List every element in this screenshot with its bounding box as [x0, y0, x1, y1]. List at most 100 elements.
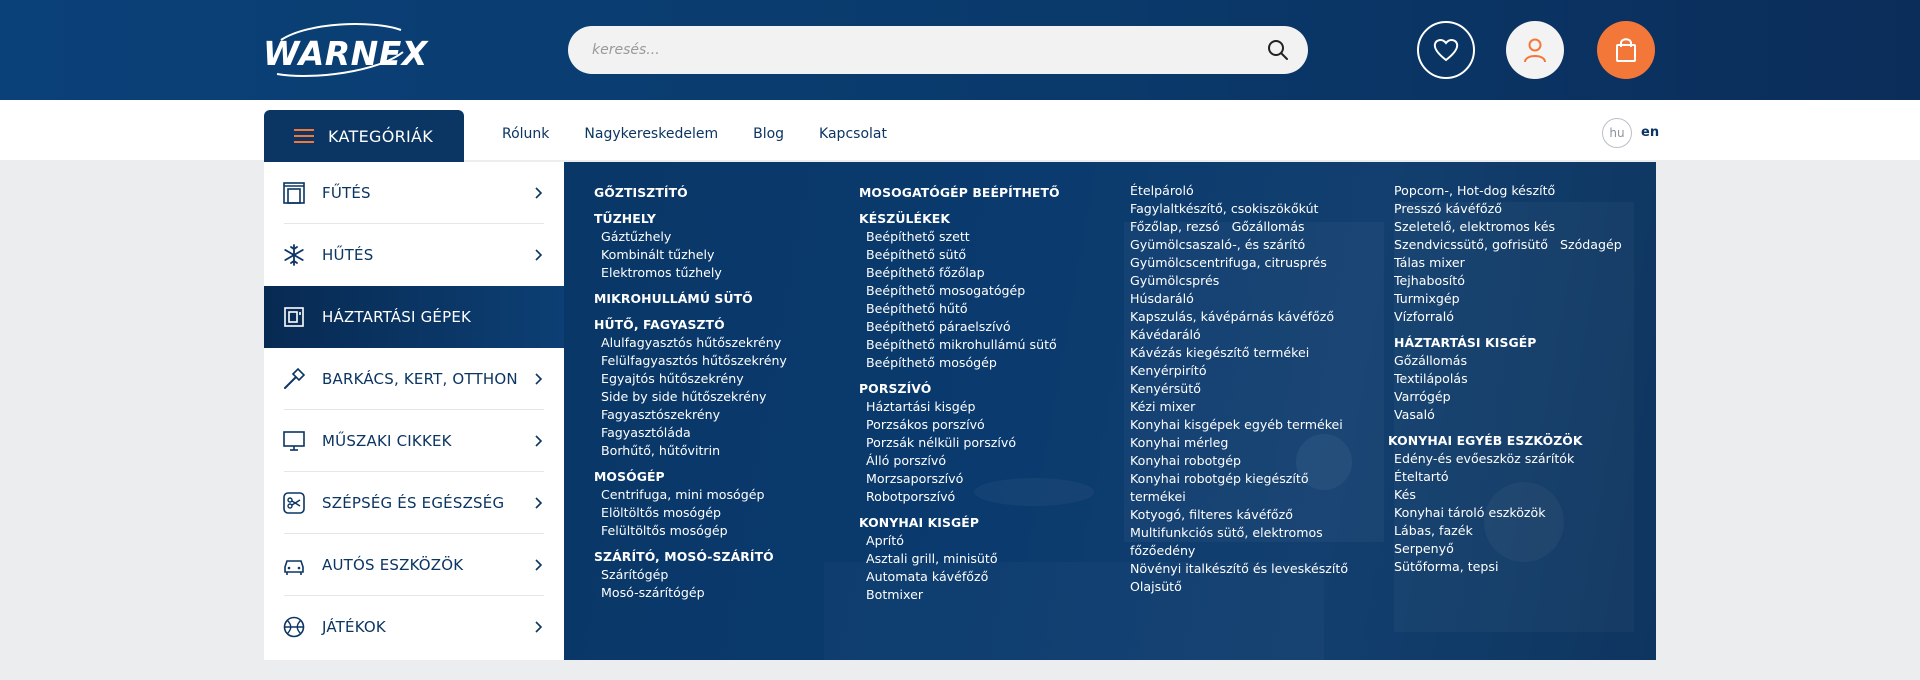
- menu-item[interactable]: Főzőlap, rezsó Gőzállomás: [1130, 218, 1348, 236]
- categories-button[interactable]: KATEGÓRIÁK: [264, 110, 464, 162]
- menu-item[interactable]: Szendvicssütő, gofrisütő Szódagép: [1394, 236, 1622, 254]
- menu-item[interactable]: Botmixer: [859, 586, 1060, 604]
- menu-item[interactable]: Háztartási kisgép: [859, 398, 1060, 416]
- menu-item[interactable]: Aprító: [859, 532, 1060, 550]
- menu-heading[interactable]: MIKROHULLÁMÚ SÜTŐ: [594, 290, 787, 308]
- menu-item[interactable]: Ételpároló: [1130, 182, 1348, 200]
- menu-item[interactable]: Beépíthető mosogatógép: [859, 282, 1060, 300]
- menu-item[interactable]: Morzsaporszívó: [859, 470, 1060, 488]
- nav-link-rolunk[interactable]: Rólunk: [502, 126, 549, 142]
- menu-item[interactable]: Elöltöltős mosógép: [594, 504, 787, 522]
- menu-item[interactable]: Tejhabosító: [1394, 272, 1622, 290]
- menu-item[interactable]: Gyümölcsaszaló-, és szárító: [1130, 236, 1348, 254]
- menu-item[interactable]: Mosó-szárítógép: [594, 584, 787, 602]
- menu-item[interactable]: Kézi mixer: [1130, 398, 1348, 416]
- menu-item[interactable]: Kenyérpirító: [1130, 362, 1348, 380]
- sidebar-item-haztartasi-gepek[interactable]: HÁZTARTÁSI GÉPEK: [264, 286, 564, 348]
- menu-item[interactable]: Fagyasztószekrény: [594, 406, 787, 424]
- menu-item[interactable]: Automata kávéfőző: [859, 568, 1060, 586]
- menu-heading[interactable]: GŐZTISZTÍTÓ: [594, 184, 787, 202]
- sidebar-item-futes[interactable]: FŰTÉS: [264, 162, 564, 224]
- menu-item[interactable]: Sütőforma, tepsi: [1394, 558, 1622, 576]
- menu-item[interactable]: Elektromos tűzhely: [594, 264, 787, 282]
- menu-item[interactable]: Multifunkciós sütő, elektromos: [1130, 524, 1348, 542]
- menu-item[interactable]: Vasaló: [1394, 406, 1622, 424]
- menu-item[interactable]: Álló porszívó: [859, 452, 1060, 470]
- menu-item[interactable]: Popcorn-, Hot-dog készítő: [1394, 182, 1622, 200]
- menu-item[interactable]: Fagylaltkészítő, csokiszökőkút: [1130, 200, 1348, 218]
- menu-item[interactable]: Kés: [1394, 486, 1622, 504]
- menu-item[interactable]: Turmixgép: [1394, 290, 1622, 308]
- menu-item[interactable]: Robotporszívó: [859, 488, 1060, 506]
- menu-item[interactable]: Kapszulás, kávépárnás kávéfőző: [1130, 308, 1348, 326]
- menu-heading[interactable]: HŰTŐ, FAGYASZTÓ: [594, 316, 787, 334]
- menu-item[interactable]: Kávézás kiegészítő termékei: [1130, 344, 1348, 362]
- sidebar-item-szepseg[interactable]: SZÉPSÉG ÉS EGÉSZSÉG: [264, 472, 564, 534]
- menu-item[interactable]: Konyhai mérleg: [1130, 434, 1348, 452]
- menu-item[interactable]: Lábas, fazék: [1394, 522, 1622, 540]
- menu-item[interactable]: Asztali grill, minisütő: [859, 550, 1060, 568]
- menu-item[interactable]: Kotyogó, filteres kávéfőző: [1130, 506, 1348, 524]
- menu-item[interactable]: Kenyérsütő: [1130, 380, 1348, 398]
- menu-item[interactable]: Beépíthető mosógép: [859, 354, 1060, 372]
- language-hu[interactable]: hu: [1602, 118, 1632, 148]
- menu-item[interactable]: Fagyasztóláda: [594, 424, 787, 442]
- menu-item[interactable]: Gőzállomás: [1394, 352, 1622, 370]
- menu-item[interactable]: Serpenyő: [1394, 540, 1622, 558]
- menu-item[interactable]: Side by side hűtőszekrény: [594, 388, 787, 406]
- menu-item[interactable]: Tálas mixer: [1394, 254, 1622, 272]
- menu-item[interactable]: Presszó kávéfőző: [1394, 200, 1622, 218]
- menu-heading[interactable]: KONYHAI KISGÉP: [859, 514, 1060, 532]
- menu-item[interactable]: Húsdaráló: [1130, 290, 1348, 308]
- warnex-logo[interactable]: WARNEX: [263, 22, 427, 78]
- search-icon[interactable]: [1266, 38, 1290, 62]
- menu-item[interactable]: Beépíthető főzőlap: [859, 264, 1060, 282]
- sidebar-item-autos-eszkozok[interactable]: AUTÓS ESZKÖZÖK: [264, 534, 564, 596]
- menu-heading[interactable]: SZÁRÍTÓ, MOSÓ-SZÁRÍTÓ: [594, 548, 787, 566]
- menu-heading[interactable]: TŰZHELY: [594, 210, 787, 228]
- menu-heading[interactable]: MOSÓGÉP: [594, 468, 787, 486]
- menu-item[interactable]: Alulfagyasztós hűtőszekrény: [594, 334, 787, 352]
- menu-item[interactable]: Felülfagyasztós hűtőszekrény: [594, 352, 787, 370]
- menu-heading[interactable]: KÉSZÜLÉKEK: [859, 210, 1060, 228]
- menu-item[interactable]: Szeletelő, elektromos kés: [1394, 218, 1622, 236]
- menu-item[interactable]: Felültöltős mosógép: [594, 522, 787, 540]
- menu-item[interactable]: Edény-és evőeszköz szárítók: [1394, 450, 1622, 468]
- menu-item[interactable]: Ételtartó: [1394, 468, 1622, 486]
- menu-item[interactable]: Porzsák nélküli porszívó: [859, 434, 1060, 452]
- menu-item[interactable]: Konyhai robotgép: [1130, 452, 1348, 470]
- nav-link-kapcsolat[interactable]: Kapcsolat: [819, 126, 887, 142]
- menu-item[interactable]: Beépíthető sütő: [859, 246, 1060, 264]
- menu-item[interactable]: Vízforraló: [1394, 308, 1622, 326]
- menu-item[interactable]: Beépíthető páraelszívó: [859, 318, 1060, 336]
- menu-item[interactable]: Egyajtós hűtőszekrény: [594, 370, 787, 388]
- menu-item[interactable]: Kávédaráló: [1130, 326, 1348, 344]
- menu-heading[interactable]: MOSOGATÓGÉP BEÉPÍTHETŐ: [859, 184, 1060, 202]
- menu-item[interactable]: Növényi italkészítő és leveskészítő: [1130, 560, 1348, 578]
- menu-item[interactable]: Gyümölcscentrifuga, citrusprés: [1130, 254, 1348, 272]
- menu-item[interactable]: Beépíthető mikrohullámú sütő: [859, 336, 1060, 354]
- menu-item[interactable]: Borhűtő, hűtővitrin: [594, 442, 787, 460]
- nav-link-nagykereskedelem[interactable]: Nagykereskedelem: [584, 126, 718, 142]
- menu-item[interactable]: Textilápolás: [1394, 370, 1622, 388]
- menu-item[interactable]: Konyhai tároló eszközök: [1394, 504, 1622, 522]
- language-en[interactable]: en: [1641, 125, 1659, 140]
- menu-heading[interactable]: HÁZTARTÁSI KISGÉP: [1394, 334, 1622, 352]
- menu-item[interactable]: Gáztűzhely: [594, 228, 787, 246]
- sidebar-item-hutes[interactable]: HŰTÉS: [264, 224, 564, 286]
- menu-item[interactable]: Konyhai kisgépek egyéb termékei: [1130, 416, 1348, 434]
- menu-heading[interactable]: KONYHAI EGYÉB ESZKÖZÖK: [1388, 432, 1622, 450]
- menu-item[interactable]: Beépíthető szett: [859, 228, 1060, 246]
- menu-item[interactable]: Konyhai robotgép kiegészítő: [1130, 470, 1348, 488]
- wishlist-button[interactable]: [1417, 21, 1475, 79]
- menu-item[interactable]: Olajsütő: [1130, 578, 1348, 596]
- nav-link-blog[interactable]: Blog: [753, 126, 784, 142]
- sidebar-item-jatekok[interactable]: JÁTÉKOK: [264, 596, 564, 658]
- menu-item[interactable]: termékei: [1130, 488, 1348, 506]
- menu-item[interactable]: Beépíthető hűtő: [859, 300, 1060, 318]
- cart-button[interactable]: [1597, 21, 1655, 79]
- menu-item[interactable]: Szárítógép: [594, 566, 787, 584]
- menu-heading[interactable]: PORSZÍVÓ: [859, 380, 1060, 398]
- sidebar-item-barkacs[interactable]: BARKÁCS, KERT, OTTHON: [264, 348, 564, 410]
- sidebar-item-muszaki-cikkek[interactable]: MŰSZAKI CIKKEK: [264, 410, 564, 472]
